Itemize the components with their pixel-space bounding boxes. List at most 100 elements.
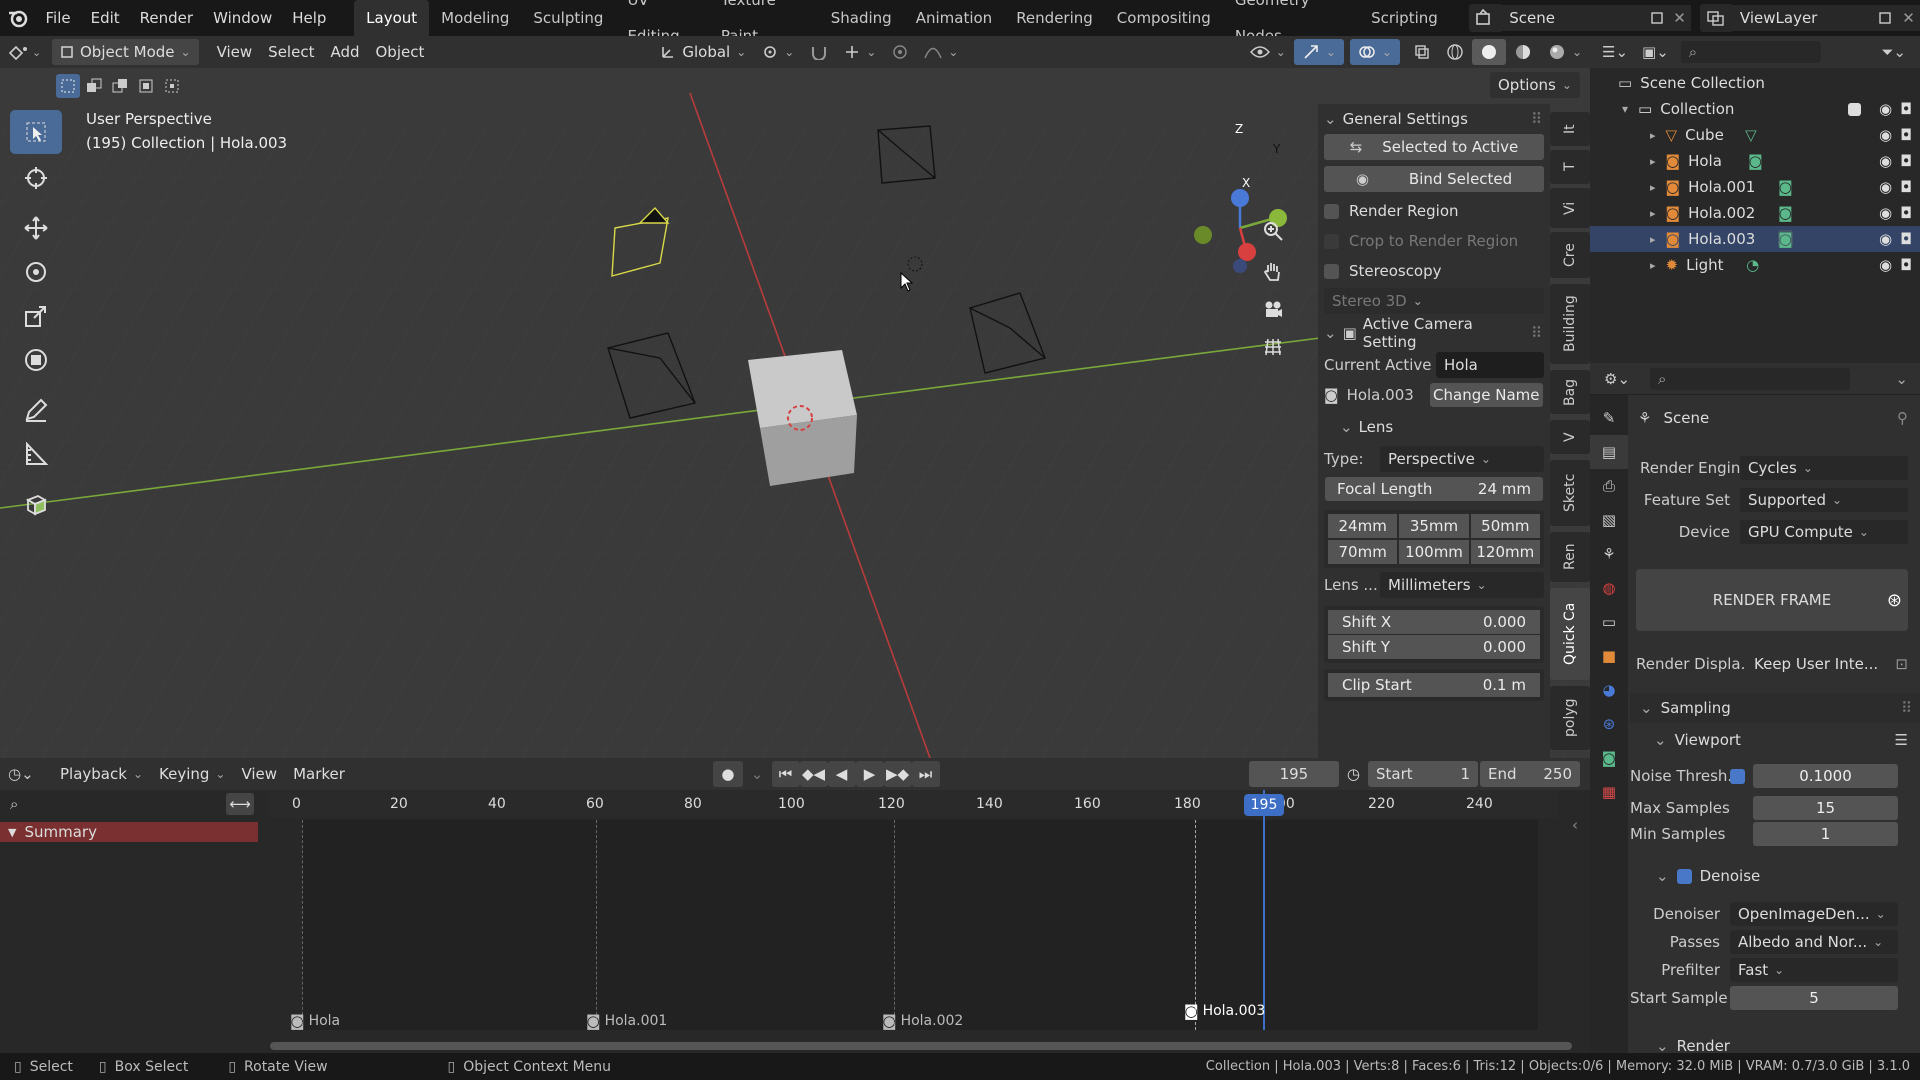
tab-view[interactable]: Vi bbox=[1550, 188, 1590, 228]
camera-render-icon[interactable]: ◘ bbox=[1900, 152, 1912, 170]
menu-window[interactable]: Window bbox=[203, 0, 282, 36]
record-icon[interactable]: ● bbox=[712, 761, 743, 787]
eye-icon[interactable]: ◉ bbox=[1879, 100, 1892, 118]
list-icon[interactable]: ☰ bbox=[1895, 731, 1908, 749]
tab-building[interactable]: Building bbox=[1550, 284, 1590, 364]
eye-icon[interactable]: ◉ bbox=[1879, 204, 1892, 222]
expand-arrow-icon[interactable]: ▸ bbox=[1650, 233, 1656, 246]
expand-arrow-icon[interactable]: ▸ bbox=[1650, 207, 1656, 220]
delete-view-layer-icon[interactable]: ✕ bbox=[1896, 5, 1920, 31]
render-engine-dropdown[interactable]: Cycles bbox=[1740, 456, 1908, 480]
search-icon[interactable]: ⌕ bbox=[10, 795, 18, 813]
tab-sketch[interactable]: Sketc bbox=[1550, 460, 1590, 526]
outliner-item-hola-002[interactable]: ▸ ◙ Hola.002 ◙ ◉ ◘ bbox=[1590, 200, 1920, 226]
rendered-shading-icon[interactable] bbox=[1540, 39, 1590, 65]
camera-render-icon[interactable]: ◘ bbox=[1900, 256, 1912, 274]
tab-compositing[interactable]: Compositing bbox=[1105, 0, 1223, 36]
start-sample-field[interactable]: 5 bbox=[1730, 986, 1898, 1010]
menu-timeline-view[interactable]: View bbox=[233, 761, 285, 787]
select-subtract-icon[interactable] bbox=[108, 74, 132, 98]
outliner-item-hola-003[interactable]: ▸ ◙ Hola.003 ◙ ◉ ◘ bbox=[1590, 226, 1920, 252]
tab-modeling[interactable]: Modeling bbox=[429, 0, 521, 36]
outliner-editor-icon[interactable]: ☰⌄ bbox=[1602, 43, 1628, 61]
marker-hola-002[interactable]: ◙ Hola.002 bbox=[882, 1012, 963, 1030]
preset-50mm[interactable]: 50mm bbox=[1470, 514, 1540, 538]
view-layer-tab-icon[interactable]: ▧ bbox=[1590, 503, 1628, 537]
transform-tool[interactable] bbox=[10, 338, 62, 382]
lens-type-dropdown[interactable]: Perspective bbox=[1380, 446, 1544, 472]
collapse-arrow-icon[interactable]: ‹ bbox=[1572, 816, 1578, 834]
render-subheader[interactable]: ⌄ Render bbox=[1656, 1039, 1916, 1053]
viewport-subheader[interactable]: ⌄ Viewport ☰ bbox=[1650, 725, 1920, 755]
eye-icon[interactable]: ◉ bbox=[1879, 256, 1892, 274]
transform-orientation-dropdown[interactable]: Global bbox=[652, 39, 754, 65]
pivot-point-icon[interactable] bbox=[754, 39, 802, 65]
scale-tool[interactable] bbox=[10, 294, 62, 338]
eye-icon[interactable]: ◉ bbox=[1879, 152, 1892, 170]
noise-threshold-checkbox[interactable] bbox=[1730, 768, 1745, 784]
filter-icon[interactable]: ⏷⌄ bbox=[1881, 43, 1906, 61]
passes-dropdown[interactable]: Albedo and Nor... bbox=[1730, 930, 1898, 954]
menu-object[interactable]: Object bbox=[368, 39, 433, 65]
eye-icon[interactable]: ◉ bbox=[1879, 230, 1892, 248]
camera-render-icon[interactable]: ◘ bbox=[1900, 230, 1912, 248]
sampling-header[interactable]: ⌄ Sampling ⠿ bbox=[1630, 693, 1920, 723]
render-tab-icon[interactable]: ▤ bbox=[1590, 435, 1628, 469]
denoise-checkbox[interactable] bbox=[1676, 868, 1692, 884]
tab-render[interactable]: Ren bbox=[1550, 532, 1590, 582]
output-tab-icon[interactable]: ⎙ bbox=[1590, 469, 1628, 503]
gizmo-y-label[interactable]: Y bbox=[1273, 142, 1280, 156]
menu-edit[interactable]: Edit bbox=[81, 0, 130, 36]
xray-toggle-icon[interactable] bbox=[1406, 39, 1438, 65]
world-tab-icon[interactable]: ◍ bbox=[1590, 571, 1628, 605]
render-region-row[interactable]: Render Region bbox=[1324, 198, 1544, 224]
scene-tab-icon[interactable]: ⚘ bbox=[1590, 537, 1628, 571]
zoom-icon[interactable] bbox=[1258, 216, 1288, 246]
select-new-icon[interactable] bbox=[56, 74, 80, 98]
jump-start-icon[interactable]: ⏮ bbox=[771, 761, 800, 787]
object-mode-dropdown[interactable]: Object Mode bbox=[52, 39, 199, 65]
keyframe-type-icon[interactable]: ⌄ bbox=[743, 761, 772, 787]
noise-threshold-field[interactable]: 0.1000 bbox=[1753, 764, 1898, 788]
new-view-layer-icon[interactable] bbox=[1873, 5, 1897, 31]
move-tool[interactable] bbox=[10, 206, 62, 250]
proportional-falloff-icon[interactable] bbox=[916, 39, 966, 65]
tab-create[interactable]: Cre bbox=[1550, 232, 1590, 278]
change-name-button[interactable]: Change Name bbox=[1429, 383, 1543, 407]
snap-icon[interactable] bbox=[802, 39, 836, 65]
tab-sculpting[interactable]: Sculpting bbox=[521, 0, 615, 36]
eye-icon[interactable]: ◉ bbox=[1879, 178, 1892, 196]
prefilter-dropdown[interactable]: Fast bbox=[1730, 958, 1898, 982]
menu-help[interactable]: Help bbox=[282, 0, 336, 36]
tab-tool[interactable]: T bbox=[1550, 150, 1590, 184]
delete-scene-icon[interactable]: ✕ bbox=[1668, 5, 1692, 31]
menu-select[interactable]: Select bbox=[260, 39, 322, 65]
display-mode-icon[interactable]: ▣⌄ bbox=[1642, 43, 1669, 61]
outliner-scene-collection[interactable]: ▭ Scene Collection bbox=[1590, 70, 1920, 96]
lock-icon[interactable]: ⊡ bbox=[1895, 655, 1908, 673]
preset-100mm[interactable]: 100mm bbox=[1399, 540, 1469, 564]
overlays-toggle-icon[interactable] bbox=[1349, 39, 1400, 65]
end-frame-field[interactable]: End 250 bbox=[1480, 761, 1580, 787]
properties-editor-icon[interactable]: ⚙⌄ bbox=[1604, 370, 1630, 388]
select-intersect-icon[interactable] bbox=[160, 74, 184, 98]
editor-type-icon[interactable]: ⌄ bbox=[0, 39, 52, 65]
jump-end-icon[interactable]: ⏭ bbox=[911, 761, 940, 787]
marker-hola-003[interactable]: ◙ Hola.003 bbox=[1184, 1002, 1265, 1020]
stereoscopy-checkbox[interactable] bbox=[1324, 263, 1339, 279]
marker-hola[interactable]: ◙ Hola bbox=[290, 1012, 340, 1030]
menu-playback[interactable]: Playback bbox=[52, 761, 151, 787]
start-frame-field[interactable]: Start 1 bbox=[1368, 761, 1478, 787]
shift-y-field[interactable]: Shift Y 0.000 bbox=[1328, 635, 1540, 659]
frame-ruler[interactable]: 0 20 40 60 80 100 120 140 160 180 200 22… bbox=[268, 790, 1558, 818]
preset-35mm[interactable]: 35mm bbox=[1399, 514, 1469, 538]
timeline-editor-icon[interactable]: ◷⌄ bbox=[0, 761, 52, 787]
stereoscopy-row[interactable]: Stereoscopy bbox=[1324, 258, 1544, 284]
active-camera-header[interactable]: ⌄ ▣ Active Camera Setting ⠿ bbox=[1318, 315, 1550, 351]
expand-arrow-icon[interactable]: ▸ bbox=[1650, 259, 1656, 272]
outliner-item-hola-001[interactable]: ▸ ◙ Hola.001 ◙ ◉ ◘ bbox=[1590, 174, 1920, 200]
tool-tab-icon[interactable]: ✎ bbox=[1590, 401, 1628, 435]
collapse-arrow-icon[interactable]: ▾ bbox=[1622, 102, 1628, 116]
camera-render-icon[interactable]: ◘ bbox=[1900, 126, 1912, 144]
select-extend-icon[interactable] bbox=[82, 74, 106, 98]
